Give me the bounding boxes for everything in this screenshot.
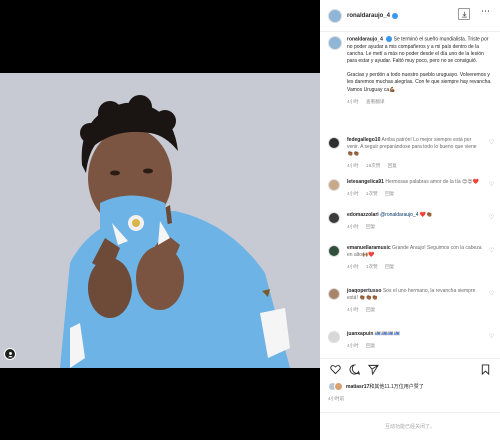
post-caption: ronaldaraujo_4 Se terminó el sueño mundi… — [328, 36, 493, 105]
download-icon[interactable] — [458, 8, 470, 20]
caption-text-2: Gracias y perdón a todo nuestro pueblo u… — [347, 72, 492, 93]
comment-item: joaqopertusso Sos el uno hermano, la rev… — [328, 288, 498, 313]
comment-username[interactable]: edomazzolari — [347, 212, 379, 218]
comment-text: 🇺🇾🇺🇾🇺🇾🇺🇾 — [374, 331, 400, 337]
caption-username[interactable]: ronaldaraujo_4 — [347, 36, 383, 42]
verified-icon — [386, 36, 393, 42]
heart-icon[interactable]: ♡ — [489, 139, 494, 146]
reply-link[interactable]: 回复 — [388, 163, 397, 168]
reply-link[interactable]: 回复 — [385, 264, 394, 269]
likes-count-text[interactable]: 和其他11.1万位用户赞了 — [369, 384, 423, 390]
reply-link[interactable]: 回复 — [366, 343, 375, 348]
comment-username[interactable]: emanuellaramusic — [347, 245, 391, 251]
post-side-panel: ronaldaraujo_4 ⋯ ronaldaraujo_4 Se termi… — [320, 0, 500, 440]
heart-icon[interactable]: ♡ — [489, 181, 494, 188]
liker-avatar — [334, 382, 343, 391]
comment-likes[interactable]: 18次赞 — [366, 163, 380, 168]
comment-username[interactable]: joaqopertusso — [347, 288, 381, 294]
comment-likes[interactable]: 1次赞 — [366, 264, 378, 269]
action-bar — [320, 358, 500, 380]
comment-avatar[interactable] — [328, 288, 340, 300]
comment-item: edomazzolari @ronaldaraujo_4 ❤️👏🏾 4小时 回复… — [328, 212, 498, 230]
comment-avatar[interactable] — [328, 212, 340, 224]
bookmark-icon[interactable] — [478, 363, 492, 377]
player-photo-illustration — [0, 73, 320, 368]
comment-item: juanxapuin 🇺🇾🇺🇾🇺🇾🇺🇾 4小时 回复 ♡ — [328, 331, 498, 349]
comment-time: 4小时 — [347, 224, 359, 229]
reply-link[interactable]: 回复 — [385, 191, 394, 196]
author-username[interactable]: ronaldaraujo_4 — [347, 13, 390, 19]
post-photo[interactable] — [0, 73, 320, 368]
post-viewer: ronaldaraujo_4 ⋯ ronaldaraujo_4 Se termi… — [0, 0, 500, 440]
comment-item: emanuellaramusic Grande Araujo! Seguimos… — [328, 245, 498, 270]
comment-avatar[interactable] — [328, 331, 340, 343]
reply-link[interactable]: 回复 — [366, 307, 375, 312]
media-panel — [0, 0, 320, 440]
more-horizontal-icon[interactable]: ⋯ — [481, 7, 490, 16]
comment-time: 4小时 — [347, 307, 359, 312]
comment-time: 4小时 — [347, 191, 359, 196]
comment-time: 4小时 — [347, 163, 359, 168]
comment-username[interactable]: letesangelica91 — [347, 179, 384, 185]
comment-text: @ronaldaraujo_4 ❤️👏🏾 — [380, 212, 433, 218]
comment-username[interactable]: fedegallego10 — [347, 137, 380, 143]
author-avatar[interactable] — [328, 8, 342, 23]
like-heart-icon[interactable] — [328, 363, 342, 377]
comment-username[interactable]: juanxapuin — [347, 331, 373, 337]
likes-summary: matiasr17和其他11.1万位用户赞了 — [328, 382, 498, 391]
comment-time: 4小时 — [347, 343, 359, 348]
share-icon[interactable] — [366, 363, 380, 377]
user-tag-icon[interactable] — [4, 348, 16, 360]
comment-likes[interactable]: 1次赞 — [366, 191, 378, 196]
liker-username[interactable]: matiasr17 — [346, 384, 369, 390]
comment-item: letesangelica91 Hermosas palabras amor d… — [328, 179, 498, 197]
caption-time: 4小时 — [347, 98, 359, 104]
comment-avatar[interactable] — [328, 137, 340, 149]
heart-icon[interactable]: ♡ — [489, 214, 494, 221]
heart-icon[interactable]: ♡ — [489, 333, 494, 340]
comment-time: 4小时 — [347, 264, 359, 269]
heart-icon[interactable]: ♡ — [489, 247, 494, 254]
comment-icon[interactable] — [347, 363, 361, 377]
verified-icon — [392, 12, 399, 19]
post-timestamp: 4小时前 — [328, 396, 345, 401]
see-translation-link[interactable]: 查看翻译 — [366, 99, 384, 104]
heart-icon[interactable]: ♡ — [489, 290, 494, 297]
comment-text: Hermosas palabras amor de la tía 😍😍❤️ — [385, 179, 479, 185]
comments-disabled-notice: 互动功能已经关闭了。 — [320, 412, 500, 440]
comment-avatar[interactable] — [328, 179, 340, 191]
comment-item: fedegallego10 Arriba patrón! Lo mejor si… — [328, 137, 498, 169]
reply-link[interactable]: 回复 — [366, 224, 375, 229]
post-header: ronaldaraujo_4 ⋯ — [320, 0, 500, 32]
caption-avatar[interactable] — [328, 36, 342, 50]
comment-avatar[interactable] — [328, 245, 340, 257]
